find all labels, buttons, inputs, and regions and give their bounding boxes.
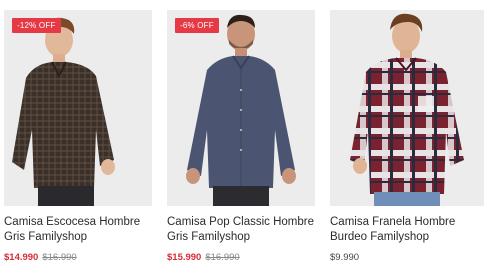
product-photo xyxy=(330,10,484,206)
product-photo xyxy=(4,10,152,206)
product-card: -12% OFF Camisa Escocesa Hombre Gris Fam… xyxy=(0,0,156,270)
product-image-link[interactable]: -6% OFF xyxy=(167,10,315,206)
product-name[interactable]: Camisa Escocesa Hombre Gris Familyshop xyxy=(4,215,156,245)
product-name[interactable]: Camisa Franela Hombre Burdeo Familyshop xyxy=(330,215,482,245)
product-image-link[interactable] xyxy=(330,10,484,206)
product-card: -6% OFF Camisa Pop Classic Hombre Gris F… xyxy=(163,0,319,270)
product-image-link[interactable]: -12% OFF xyxy=(4,10,152,206)
discount-badge: -12% OFF xyxy=(12,18,61,33)
product-card: Camisa Franela Hombre Burdeo Familyshop … xyxy=(326,0,484,270)
price-row: $14.990 $16.990 xyxy=(4,252,77,263)
price-row: $9.990 xyxy=(330,252,359,263)
sale-price: $14.990 xyxy=(4,252,39,263)
price: $9.990 xyxy=(330,252,360,263)
product-grid: -12% OFF Camisa Escocesa Hombre Gris Fam… xyxy=(0,0,484,270)
discount-badge: -6% OFF xyxy=(175,18,219,33)
sale-price: $15.990 xyxy=(167,252,202,263)
product-name[interactable]: Camisa Pop Classic Hombre Gris Familysho… xyxy=(167,215,319,245)
product-photo xyxy=(167,10,315,206)
original-price: $16.990 xyxy=(205,252,240,263)
original-price: $16.990 xyxy=(42,252,77,263)
price-row: $15.990 $16.990 xyxy=(167,252,240,263)
